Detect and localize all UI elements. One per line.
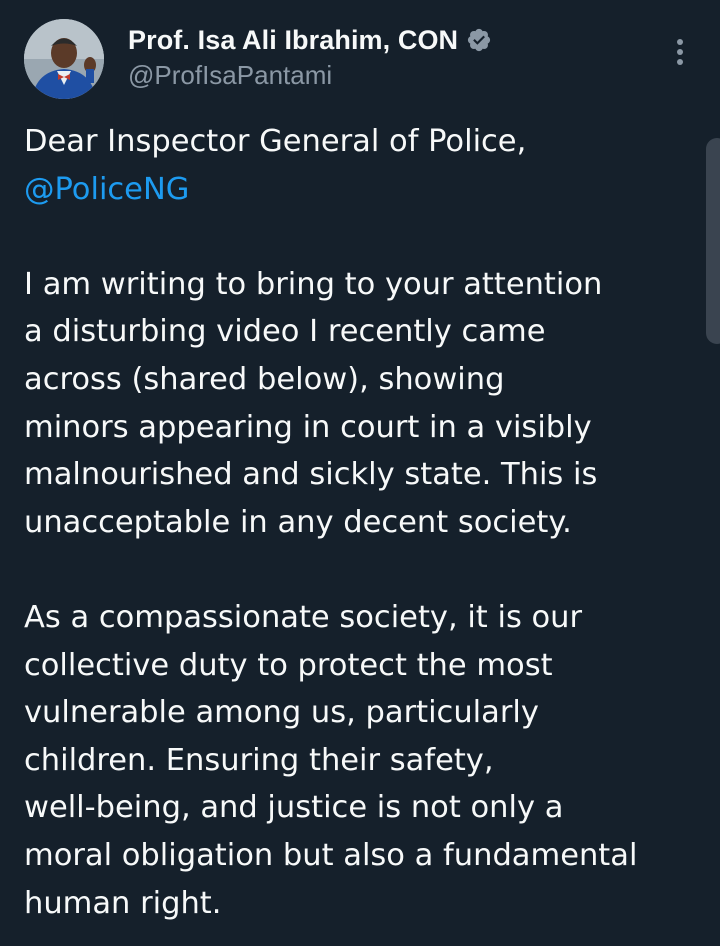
author-handle[interactable]: @ProfIsaPantami <box>128 60 332 91</box>
paragraph-2-line: As a compassionate society, it is our <box>24 599 583 635</box>
mention-link[interactable]: @PoliceNG <box>24 172 189 207</box>
paragraph-1-line: a disturbing video I recently came <box>24 314 546 350</box>
paragraph-2-line: collective duty to protect the most <box>24 647 553 683</box>
mention-line: @PoliceNG <box>24 166 694 214</box>
more-vertical-icon <box>675 37 685 71</box>
tweet-greeting: Dear Inspector General of Police, <box>24 124 527 159</box>
paragraph-1-line: I am writing to bring to your attention <box>24 266 603 302</box>
avatar-photo-icon <box>24 19 104 99</box>
paragraph-1-line: across (shared below), showing <box>24 361 505 397</box>
paragraph-2-line: human right. <box>24 885 222 921</box>
paragraph-2-line: moral obligation but also a fundamental <box>24 837 638 873</box>
paragraph-1-line: unacceptable in any decent society. <box>24 504 572 540</box>
scrollbar-thumb[interactable] <box>706 138 720 344</box>
tweet-text: Dear Inspector General of Police, @Polic… <box>24 118 694 927</box>
more-options-button[interactable] <box>662 36 698 72</box>
paragraph-1-line: minors appearing in court in a visibly <box>24 409 592 445</box>
author-display-name[interactable]: Prof. Isa Ali Ibrahim, CON <box>128 25 458 56</box>
paragraph-1-line: malnourished and sickly state. This is <box>24 457 598 493</box>
avatar[interactable] <box>24 19 104 99</box>
paragraph-2-line: children. Ensuring their safety, <box>24 742 494 778</box>
tweet-card: Prof. Isa Ali Ibrahim, CON @ProfIsaPanta… <box>0 0 720 946</box>
paragraph-2-line: well-being, and justice is not only a <box>24 790 564 826</box>
author-name-row: Prof. Isa Ali Ibrahim, CON <box>128 22 492 58</box>
verified-badge-icon <box>466 27 492 53</box>
paragraph-2-line: vulnerable among us, particularly <box>24 695 539 731</box>
